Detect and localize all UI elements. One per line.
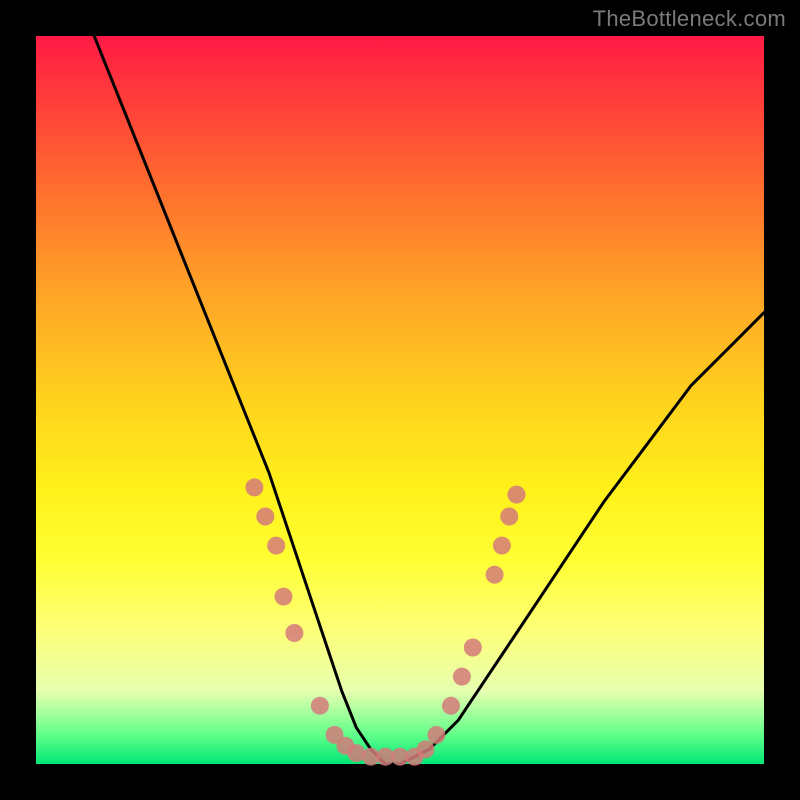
chart-frame: TheBottleneck.com — [0, 0, 800, 800]
marker-dot — [267, 537, 285, 555]
marker-dot — [275, 588, 293, 606]
marker-dot — [311, 697, 329, 715]
chart-svg — [36, 36, 764, 764]
marker-dot — [500, 508, 518, 526]
marker-dot — [486, 566, 504, 584]
marker-dot — [442, 697, 460, 715]
marker-dot — [245, 478, 263, 496]
watermark-label: TheBottleneck.com — [593, 6, 786, 32]
marker-dot — [417, 740, 435, 758]
marker-dot — [508, 486, 526, 504]
curve-layer — [94, 36, 764, 764]
marker-dot — [285, 624, 303, 642]
marker-dot — [464, 639, 482, 657]
marker-dot — [256, 508, 274, 526]
marker-dot — [427, 726, 445, 744]
series-bottleneck-curve — [94, 36, 764, 764]
marker-dot — [493, 537, 511, 555]
marker-layer — [245, 478, 525, 765]
plot-area — [36, 36, 764, 764]
marker-dot — [453, 668, 471, 686]
